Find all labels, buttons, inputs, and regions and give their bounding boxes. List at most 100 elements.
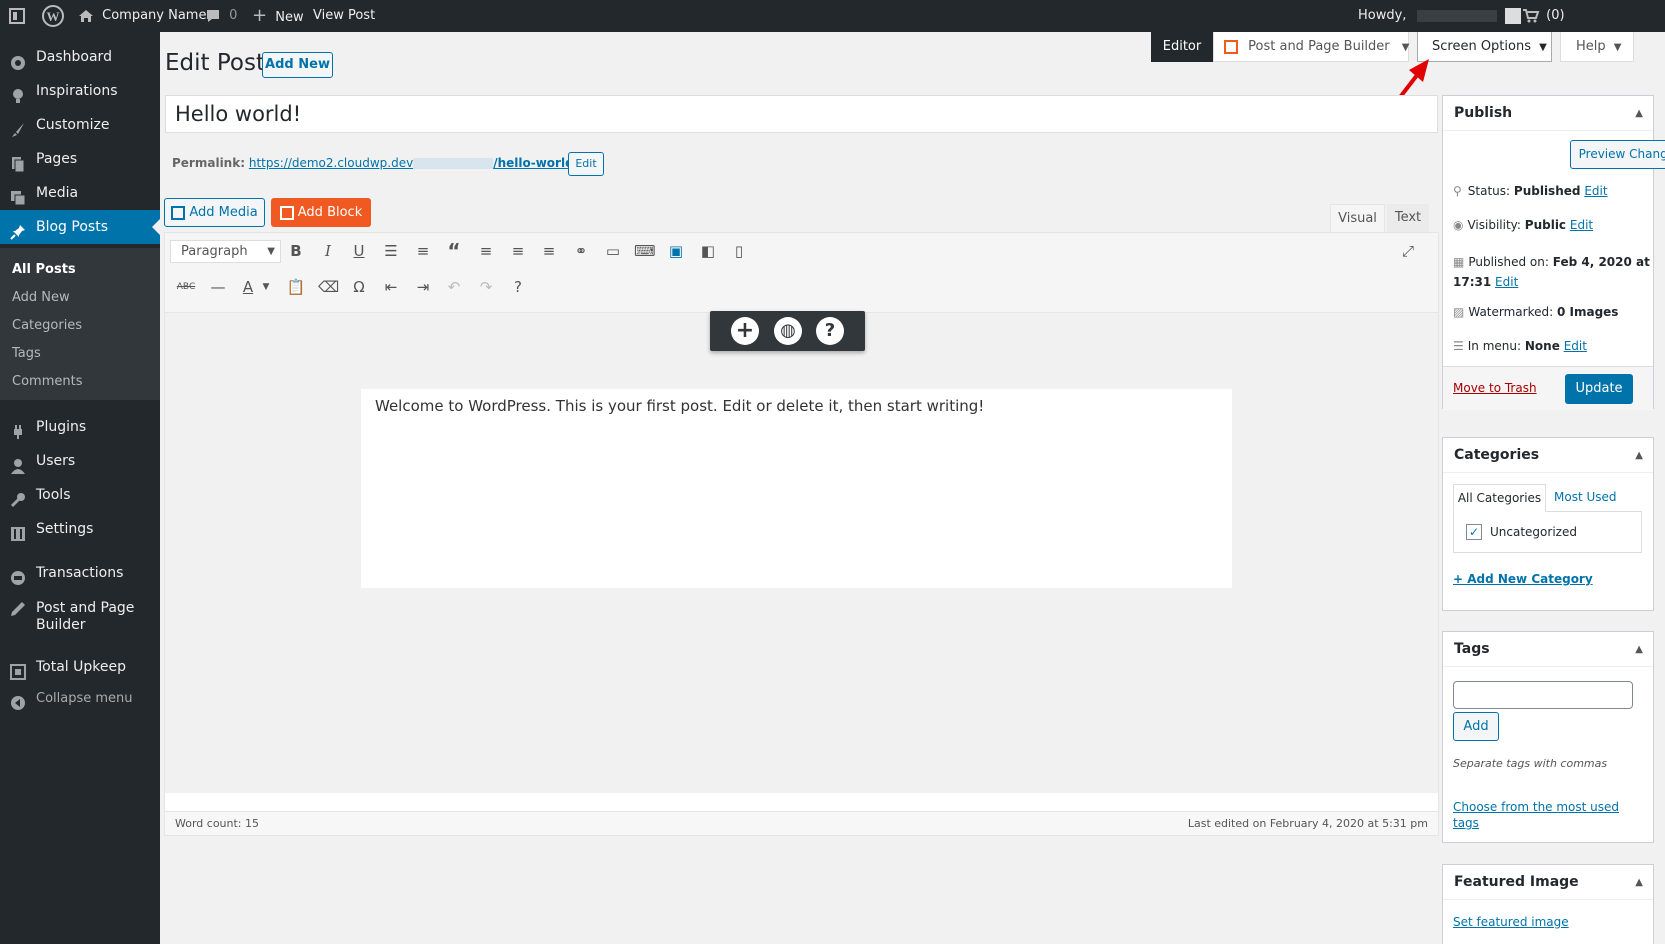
add-new-button[interactable]: Add New (262, 52, 333, 78)
help-question-icon[interactable]: ? (816, 317, 844, 345)
tablet-preview-icon[interactable]: ◧ (698, 241, 718, 261)
fullscreen-icon[interactable]: ⤢ (1398, 241, 1418, 261)
align-right-icon[interactable]: ≡ (539, 241, 559, 261)
desktop-preview-icon[interactable]: ▣ (666, 241, 686, 261)
globe-icon[interactable]: ◍ (774, 317, 802, 345)
in-menu-edit-link[interactable]: Edit (1564, 339, 1587, 353)
status-row: ⚲ Status: Published Edit (1453, 184, 1608, 198)
sidebar-item-customize[interactable]: Customize (0, 108, 160, 142)
add-new-category-link[interactable]: + Add New Category (1453, 572, 1593, 586)
preview-changes-button[interactable]: Preview Changes (1570, 140, 1665, 169)
numbered-list-icon[interactable]: ≡ (413, 241, 433, 261)
add-block-plus-icon[interactable]: + (731, 317, 759, 345)
sidebar-toggle-icon[interactable] (8, 0, 26, 32)
sidebar-item-transactions[interactable]: Transactions (0, 556, 160, 590)
update-button[interactable]: Update (1565, 374, 1633, 404)
move-to-trash-link[interactable]: Move to Trash (1453, 381, 1537, 395)
new-content-link[interactable]: + New (252, 0, 304, 32)
format-select[interactable]: Paragraph ▼ (170, 240, 281, 263)
sidebar-item-tools[interactable]: Tools (0, 478, 160, 512)
howdy-user-link[interactable]: Howdy, (1358, 0, 1521, 32)
submenu-comments[interactable]: Comments (12, 374, 82, 389)
align-left-icon[interactable]: ≡ (476, 241, 496, 261)
clear-formatting-icon[interactable]: ⌫ (318, 277, 339, 297)
redo-icon[interactable]: ↷ (476, 277, 496, 297)
bullet-list-icon[interactable]: ☰ (381, 241, 401, 261)
sidebar-item-label: Plugins (36, 419, 87, 435)
keyboard-icon[interactable]: ⌨ (634, 241, 656, 261)
tab-text[interactable]: Text (1387, 204, 1429, 232)
tag-input[interactable] (1453, 681, 1633, 709)
tab-editor[interactable]: Editor (1151, 32, 1213, 62)
tab-most-used[interactable]: Most Used (1554, 490, 1617, 504)
read-more-icon[interactable]: ▭ (603, 241, 623, 261)
align-center-icon[interactable]: ≡ (508, 241, 528, 261)
bold-icon[interactable]: B (286, 241, 306, 261)
sidebar-item-media[interactable]: Media (0, 176, 160, 210)
publish-box-header[interactable]: Publish ▲ (1443, 96, 1653, 131)
sidebar-item-dashboard[interactable]: Dashboard (0, 40, 160, 74)
toggle-arrow-icon[interactable]: ▲ (1635, 865, 1643, 900)
sidebar-item-blog-posts[interactable]: Blog Posts (0, 210, 160, 244)
comments-link[interactable]: 0 (205, 0, 237, 32)
choose-most-used-tags-link[interactable]: Choose from the most used tags (1453, 799, 1619, 831)
toggle-arrow-icon[interactable]: ▲ (1635, 96, 1643, 131)
settings-icon (10, 521, 26, 541)
set-featured-image-link[interactable]: Set featured image (1453, 915, 1569, 929)
visibility-row: ◉ Visibility: Public Edit (1453, 218, 1593, 232)
link-icon[interactable]: ⚭ (571, 241, 591, 261)
blockquote-icon[interactable]: “ (444, 241, 464, 261)
strikethrough-icon[interactable]: ABC (176, 277, 196, 297)
visibility-edit-link[interactable]: Edit (1570, 218, 1593, 232)
underline-icon[interactable]: U (349, 241, 369, 261)
special-character-icon[interactable]: Ω (349, 277, 369, 297)
post-content-body[interactable]: Welcome to WordPress. This is your first… (361, 389, 1232, 588)
add-tag-button[interactable]: Add (1453, 712, 1499, 741)
toggle-arrow-icon[interactable]: ▲ (1635, 438, 1643, 473)
view-post-link[interactable]: View Post (313, 0, 375, 32)
add-block-button[interactable]: Add Block (271, 198, 371, 227)
sidebar-item-pages[interactable]: Pages (0, 142, 160, 176)
tab-all-categories[interactable]: All Categories (1453, 484, 1546, 512)
italic-icon[interactable]: I (318, 241, 338, 261)
add-media-button[interactable]: Add Media (164, 198, 265, 227)
tab-visual[interactable]: Visual (1330, 204, 1385, 232)
caret-down-icon[interactable]: ▼ (256, 277, 276, 297)
eye-icon: ◉ (1453, 218, 1464, 232)
collapse-menu-button[interactable]: Collapse menu (0, 682, 160, 716)
mobile-preview-icon[interactable]: ▯ (729, 241, 749, 261)
wordpress-logo-icon[interactable]: W (42, 0, 64, 32)
post-title-input[interactable]: Hello world! (165, 95, 1438, 133)
sidebar-item-plugins[interactable]: Plugins (0, 410, 160, 444)
undo-icon[interactable]: ↶ (444, 277, 464, 297)
permalink-edit-button[interactable]: Edit (568, 152, 604, 176)
horizontal-line-icon[interactable]: — (208, 277, 228, 297)
outdent-icon[interactable]: ⇤ (381, 277, 401, 297)
word-count: Word count: 15 (175, 817, 260, 830)
toggle-arrow-icon[interactable]: ▲ (1635, 632, 1643, 667)
site-name-link[interactable]: Company Name (78, 0, 206, 32)
indent-icon[interactable]: ⇥ (413, 277, 433, 297)
featured-image-box-header[interactable]: Featured Image ▲ (1443, 865, 1653, 900)
checkbox-checked-icon[interactable]: ✓ (1466, 524, 1482, 540)
sidebar-item-inspirations[interactable]: Inspirations (0, 74, 160, 108)
categories-box-header[interactable]: Categories ▲ (1443, 438, 1653, 473)
sidebar-item-users[interactable]: Users (0, 444, 160, 478)
tags-box-header[interactable]: Tags ▲ (1443, 632, 1653, 667)
submenu-categories[interactable]: Categories (12, 318, 82, 333)
cart-link[interactable]: (0) (1522, 0, 1565, 32)
paste-text-icon[interactable]: 📋 (286, 277, 306, 297)
published-edit-link[interactable]: Edit (1495, 275, 1518, 289)
submenu-add-new[interactable]: Add New (12, 290, 70, 305)
sidebar-item-settings[interactable]: Settings (0, 512, 160, 546)
submenu-all-posts[interactable]: All Posts (12, 262, 76, 277)
help-button[interactable]: Help ▼ (1560, 32, 1634, 62)
permalink-link[interactable]: https://demo2.cloudwp.dev/hello-world/ (249, 156, 578, 170)
status-edit-link[interactable]: Edit (1584, 184, 1607, 198)
screen-options-button[interactable]: Screen Options ▼ (1417, 32, 1552, 62)
text-color-icon[interactable]: A (238, 277, 258, 297)
sidebar-item-total-upkeep[interactable]: Total Upkeep (0, 650, 160, 684)
help-circle-icon[interactable]: ? (508, 277, 528, 297)
submenu-tags[interactable]: Tags (12, 346, 41, 361)
sidebar-item-post-page-builder[interactable]: Post and Page Builder (0, 600, 160, 642)
